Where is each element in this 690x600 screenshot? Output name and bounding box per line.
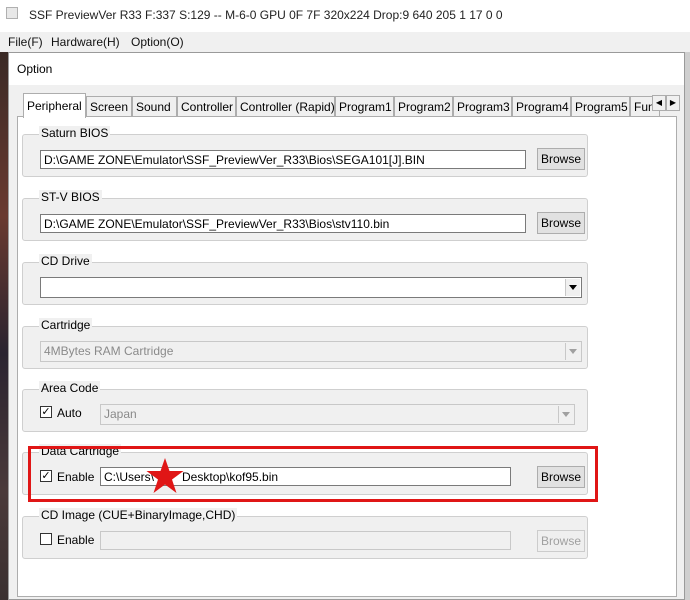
data-cartridge-enable-label: Enable [57,470,95,484]
saturn-bios-path-field[interactable]: D:\GAME ZONE\Emulator\SSF_PreviewVer_R33… [40,150,526,169]
cd-drive-select[interactable] [40,277,582,298]
cd-image-enable-checkbox[interactable] [40,533,52,545]
saturn-bios-browse-button[interactable]: Browse [537,148,585,170]
group-label: Data Cartridge [39,444,122,458]
game-screen-background [0,52,8,600]
tab-sound[interactable]: Sound [132,96,177,116]
cartridge-selected-value: 4MBytes RAM Cartridge [44,344,174,358]
data-cartridge-path-suffix: Desktop\kof95.bin [182,470,279,484]
menu-option[interactable]: Option(O) [131,35,184,49]
menu-file[interactable]: File(F) [8,35,43,49]
tab-strip: Peripheral Screen Sound Controller Contr… [17,93,680,118]
area-code-auto-label: Auto [57,406,82,420]
data-cartridge-enable-checkbox[interactable]: ✓ [40,470,52,482]
group-label: Saturn BIOS [39,126,111,140]
group-area-code: Area Code ✓ Auto Japan [22,381,588,432]
group-label: CD Drive [39,254,92,268]
group-label: ST-V BIOS [39,190,102,204]
menu-hardware[interactable]: Hardware(H) [51,35,120,49]
cd-image-browse-button[interactable]: Browse [537,530,585,552]
chevron-down-icon[interactable] [558,406,573,423]
group-label: CD Image (CUE+BinaryImage,CHD) [39,508,238,522]
cd-image-enable-label: Enable [57,533,95,547]
tab-program2[interactable]: Program2 [394,96,453,116]
dialog-titlebar: Option [9,53,684,85]
stv-bios-browse-button[interactable]: Browse [537,212,585,234]
group-cd-image: CD Image (CUE+BinaryImage,CHD) Enable Br… [22,508,588,559]
dialog-title: Option [17,62,53,76]
tab-scroll-left-icon[interactable]: ◀ [652,95,666,111]
tab-screen[interactable]: Screen [86,96,132,116]
window-edge [685,52,690,600]
group-stv-bios: ST-V BIOS D:\GAME ZONE\Emulator\SSF_Prev… [22,190,588,241]
tab-controller[interactable]: Controller [177,96,236,116]
stv-bios-path-field[interactable]: D:\GAME ZONE\Emulator\SSF_PreviewVer_R33… [40,214,526,233]
tab-program4[interactable]: Program4 [512,96,571,116]
area-code-selected-value: Japan [104,407,137,421]
tab-scroll-right-icon[interactable]: ▶ [666,95,680,111]
tab-controller-rapid[interactable]: Controller (Rapid) [236,96,335,116]
tab-program1[interactable]: Program1 [335,96,394,116]
tab-peripheral[interactable]: Peripheral [23,93,86,118]
data-cartridge-browse-button[interactable]: Browse [537,466,585,488]
tab-program3[interactable]: Program3 [453,96,512,116]
group-cartridge: Cartridge 4MBytes RAM Cartridge [22,318,588,369]
group-label: Area Code [39,381,101,395]
window-title: SSF PreviewVer R33 F:337 S:129 -- M-6-0 … [29,8,503,22]
cd-image-path-field[interactable] [100,531,511,550]
tab-program5[interactable]: Program5 [571,96,630,116]
group-saturn-bios: Saturn BIOS D:\GAME ZONE\Emulator\SSF_Pr… [22,126,588,177]
group-data-cartridge: Data Cartridge ✓ Enable C:\Users\ Desktop… [22,444,588,495]
menubar: File(F) Hardware(H) Option(O) [0,32,690,52]
star-icon [146,458,184,493]
area-code-auto-checkbox[interactable]: ✓ [40,406,52,418]
chevron-down-icon[interactable] [565,343,580,360]
area-code-select[interactable]: Japan [100,404,575,425]
cartridge-select[interactable]: 4MBytes RAM Cartridge [40,341,582,362]
group-cd-drive: CD Drive [22,254,588,305]
app-icon [6,7,18,19]
window-titlebar: SSF PreviewVer R33 F:337 S:129 -- M-6-0 … [0,0,690,32]
group-label: Cartridge [39,318,93,332]
chevron-down-icon[interactable] [565,279,580,296]
